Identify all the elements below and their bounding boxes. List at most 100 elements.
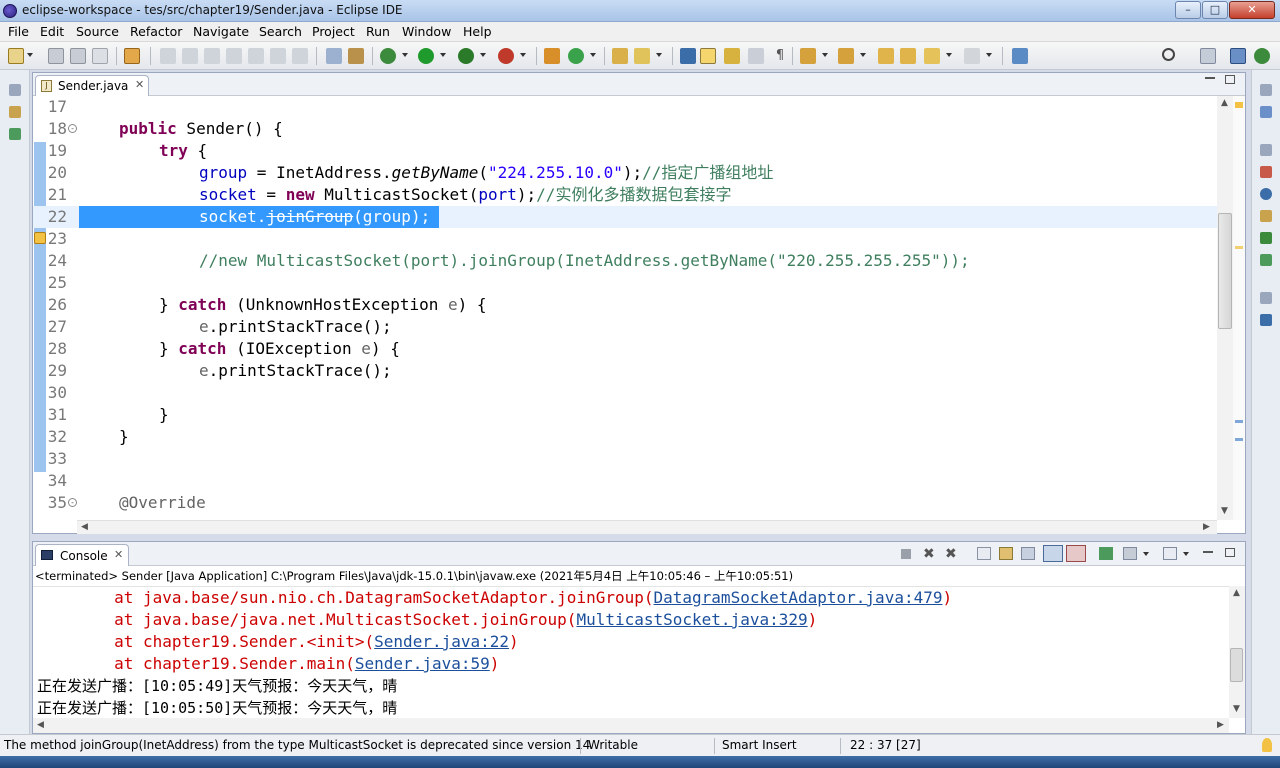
search-icon[interactable] bbox=[1162, 48, 1175, 61]
menu-run[interactable]: Run bbox=[366, 24, 390, 39]
progress-icon[interactable] bbox=[1260, 254, 1272, 266]
search-tool-icon[interactable] bbox=[634, 48, 650, 64]
occurrence-marker[interactable] bbox=[1235, 246, 1243, 249]
editor-horizontal-scrollbar[interactable]: ◀ ▶ bbox=[77, 520, 1217, 534]
terminate-icon[interactable] bbox=[204, 48, 220, 64]
scroll-down-icon[interactable]: ▼ bbox=[1221, 506, 1228, 516]
chevron-down-icon[interactable] bbox=[656, 53, 662, 57]
java-perspective-icon[interactable] bbox=[1230, 48, 1246, 64]
chevron-down-icon[interactable] bbox=[1183, 552, 1189, 556]
print-icon[interactable] bbox=[92, 48, 108, 64]
warning-marker-icon[interactable] bbox=[1235, 102, 1243, 108]
stack-trace-link[interactable]: Sender.java:59 bbox=[355, 654, 490, 673]
chevron-down-icon[interactable] bbox=[986, 53, 992, 57]
back-arrow-icon[interactable] bbox=[924, 48, 940, 64]
scroll-left-icon[interactable]: ◀ bbox=[81, 522, 88, 532]
remove-all-icon[interactable]: ✖ bbox=[945, 546, 957, 562]
maximize-button[interactable]: □ bbox=[1202, 1, 1228, 19]
show-stderr-icon[interactable] bbox=[1066, 545, 1086, 562]
toggle-mark-occurrences-icon[interactable] bbox=[700, 48, 716, 64]
chevron-down-icon[interactable] bbox=[480, 53, 486, 57]
help-icon[interactable] bbox=[1260, 314, 1272, 326]
scroll-right-icon[interactable]: ▶ bbox=[1217, 720, 1224, 730]
status-insert-mode[interactable]: Smart Insert bbox=[722, 738, 797, 752]
menu-refactor[interactable]: Refactor bbox=[130, 24, 182, 39]
console-scroll-thumb[interactable] bbox=[1230, 648, 1243, 682]
chevron-down-icon[interactable] bbox=[1143, 552, 1149, 556]
chevron-down-icon[interactable] bbox=[520, 53, 526, 57]
menu-search[interactable]: Search bbox=[259, 24, 302, 39]
pilcrow-icon[interactable]: ¶ bbox=[772, 48, 788, 64]
chevron-down-icon[interactable] bbox=[946, 53, 952, 57]
step-over-icon[interactable] bbox=[270, 48, 286, 64]
close-window-button[interactable]: ✕ bbox=[1229, 1, 1275, 19]
pin-console-icon[interactable] bbox=[1099, 547, 1113, 560]
chevron-down-icon[interactable] bbox=[822, 53, 828, 57]
lightbulb-icon[interactable] bbox=[1262, 738, 1272, 752]
chevron-down-icon[interactable] bbox=[27, 53, 33, 57]
fold-toggle-icon[interactable]: - bbox=[68, 498, 77, 507]
stack-trace-link[interactable]: Sender.java:22 bbox=[374, 632, 509, 651]
stack-trace-link[interactable]: DatagramSocketAdaptor.java:479 bbox=[654, 588, 943, 607]
outline-icon[interactable] bbox=[1260, 106, 1272, 118]
word-wrap-icon[interactable] bbox=[1021, 547, 1035, 560]
scroll-left-icon[interactable]: ◀ bbox=[37, 720, 44, 730]
toggle-block-selection-icon[interactable] bbox=[724, 48, 740, 64]
task-icon[interactable] bbox=[680, 48, 696, 64]
fold-toggle-icon[interactable]: - bbox=[68, 124, 77, 133]
minimize-view-icon[interactable] bbox=[1205, 77, 1215, 79]
minimize-view-icon[interactable] bbox=[1203, 551, 1213, 553]
package-explorer-icon[interactable] bbox=[9, 106, 21, 118]
stack-trace-link[interactable]: MulticastSocket.java:329 bbox=[576, 610, 807, 629]
hierarchy-icon[interactable] bbox=[9, 128, 21, 140]
chevron-down-icon[interactable] bbox=[860, 53, 866, 57]
menu-file[interactable]: File bbox=[8, 24, 29, 39]
forward-arrow-icon[interactable] bbox=[964, 48, 980, 64]
previous-annotation-icon[interactable] bbox=[838, 48, 854, 64]
save-all-icon[interactable] bbox=[70, 48, 86, 64]
open-perspective-icon[interactable] bbox=[1200, 48, 1216, 64]
build-icon[interactable] bbox=[124, 48, 140, 64]
save-icon[interactable] bbox=[48, 48, 64, 64]
remove-launch-icon[interactable]: ✖ bbox=[923, 546, 935, 562]
step-into-icon[interactable] bbox=[248, 48, 264, 64]
suspend-icon[interactable] bbox=[182, 48, 198, 64]
debug-perspective-icon[interactable] bbox=[1254, 48, 1270, 64]
menu-edit[interactable]: Edit bbox=[40, 24, 64, 39]
forward-history-icon[interactable] bbox=[900, 48, 916, 64]
external-tools-icon[interactable] bbox=[498, 48, 514, 64]
show-stdout-icon[interactable] bbox=[1043, 545, 1063, 562]
debug-icon[interactable] bbox=[380, 48, 396, 64]
occurrence-marker[interactable] bbox=[1235, 438, 1243, 441]
disconnect-icon[interactable] bbox=[226, 48, 242, 64]
coverage-icon[interactable] bbox=[458, 48, 474, 64]
maximize-view-icon[interactable] bbox=[1225, 548, 1235, 557]
menu-navigate[interactable]: Navigate bbox=[193, 24, 249, 39]
drop-to-frame-icon[interactable] bbox=[348, 48, 364, 64]
chevron-down-icon[interactable] bbox=[590, 53, 596, 57]
menu-project[interactable]: Project bbox=[312, 24, 355, 39]
menu-window[interactable]: Window bbox=[402, 24, 451, 39]
restore-icon[interactable] bbox=[1260, 84, 1272, 96]
maximize-view-icon[interactable] bbox=[1225, 75, 1235, 84]
pin-editor-icon[interactable] bbox=[1012, 48, 1028, 64]
debug-view-icon[interactable] bbox=[1260, 232, 1272, 244]
terminate-icon[interactable] bbox=[901, 549, 911, 559]
close-icon[interactable]: ✕ bbox=[135, 78, 144, 91]
occurrence-marker[interactable] bbox=[1235, 420, 1243, 423]
restore-icon[interactable] bbox=[1260, 292, 1272, 304]
code-editor[interactable]: 17 18- public Sender() { 19 try { 20 group … bbox=[33, 96, 1245, 520]
scroll-down-icon[interactable]: ▼ bbox=[1233, 704, 1240, 714]
restore-icon[interactable] bbox=[9, 84, 21, 96]
new-icon[interactable] bbox=[8, 48, 24, 64]
last-edit-location-icon[interactable] bbox=[878, 48, 894, 64]
run-icon[interactable] bbox=[418, 48, 434, 64]
scroll-lock-icon[interactable] bbox=[999, 547, 1013, 560]
open-console-icon[interactable] bbox=[1163, 547, 1177, 560]
show-whitespace-icon[interactable] bbox=[748, 48, 764, 64]
console-vertical-scrollbar[interactable]: ▲ ▼ bbox=[1229, 586, 1245, 718]
restore-icon[interactable] bbox=[1260, 144, 1272, 156]
step-return-icon[interactable] bbox=[292, 48, 308, 64]
console-horizontal-scrollbar[interactable]: ◀ ▶ bbox=[33, 718, 1229, 733]
clear-console-icon[interactable] bbox=[977, 547, 991, 560]
